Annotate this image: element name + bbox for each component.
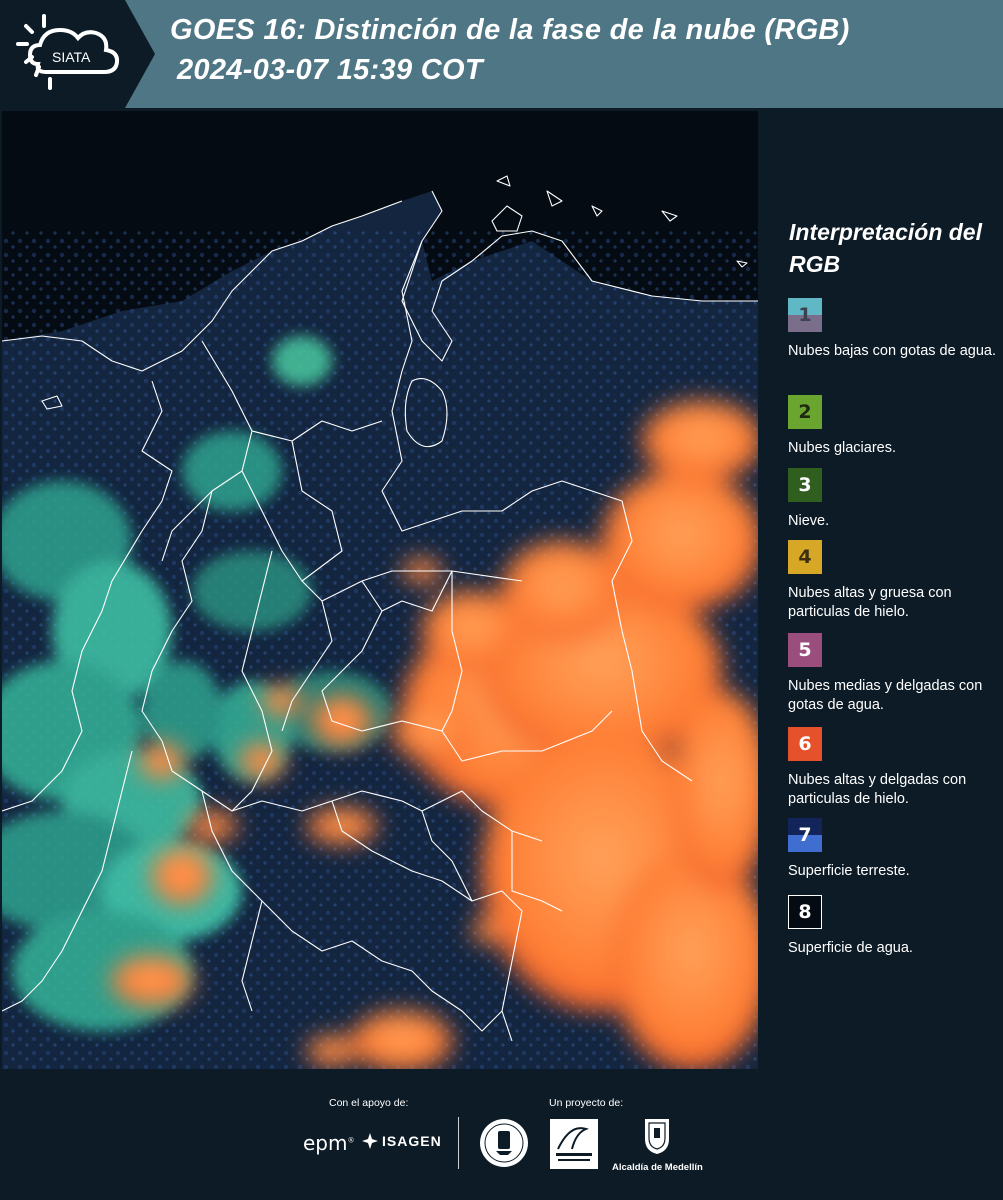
legend-swatch: 2 (788, 395, 822, 429)
isagen-logo[interactable]: ISAGEN (362, 1133, 442, 1149)
legend-number: 5 (798, 639, 812, 661)
satellite-map[interactable] (2, 111, 758, 1069)
legend-number: 6 (798, 733, 812, 755)
legend-number: 8 (798, 901, 812, 923)
epm-logo[interactable]: epm® (303, 1131, 354, 1155)
legend-label: Nubes altas y delgadas con particulas de… (788, 772, 967, 807)
header: SIATA GOES 16: Distinción de la fase de … (0, 0, 1003, 108)
legend-label: Nubes bajas con gotas de agua. (788, 343, 996, 359)
legend-swatch: 3 (788, 468, 822, 502)
legend-swatch: 8 (788, 895, 822, 929)
legend-number: 3 (798, 474, 812, 496)
legend-label: Nieve. (788, 513, 830, 529)
epm-logo-text: epm (303, 1131, 348, 1155)
legend-title: Interpretación del RGB (789, 219, 982, 277)
legend-label: Nubes altas y gruesa con particulas de h… (788, 585, 952, 620)
legend-label: Nubes medias y delgadas con gotas de agu… (788, 678, 983, 713)
timestamp: 2024-03-07 15:39 COT (177, 54, 483, 86)
alcaldia-text: Alcaldía de Medellín (612, 1162, 703, 1173)
university-seal-icon[interactable] (478, 1117, 530, 1169)
legend-swatch: 1 (788, 298, 822, 332)
isagen-logo-text: ISAGEN (382, 1133, 442, 1149)
siata-logo-text: SIATA (52, 49, 91, 65)
legend-swatch: 5 (788, 633, 822, 667)
alcaldia-logo[interactable]: Alcaldía de Medellín (612, 1117, 703, 1173)
medellin-shield-icon (645, 1119, 669, 1154)
footer-divider (458, 1117, 459, 1169)
legend-label: Superficie terreste. (788, 863, 910, 879)
legend-number: 2 (798, 401, 812, 423)
page-title: GOES 16: Distinción de la fase de la nub… (170, 14, 850, 46)
legend-panel: Interpretación del RGB 1 Nubes bajas con… (760, 111, 1003, 1069)
legend-number: 7 (798, 824, 812, 846)
support-label: Con el apoyo de: (329, 1097, 409, 1109)
legend-number: 1 (798, 304, 812, 326)
legend-swatch: 7 (788, 818, 822, 852)
project-label: Un proyecto de: (549, 1097, 624, 1109)
siata-logo[interactable]: SIATA (0, 0, 160, 108)
legend-swatch: 6 (788, 727, 822, 761)
legend-number: 4 (798, 546, 812, 568)
isagen-mark-icon (362, 1133, 378, 1149)
legend-swatch: 4 (788, 540, 822, 574)
footer: Con el apoyo de: Un proyecto de: epm® IS… (0, 1069, 1003, 1200)
legend-label: Superficie de agua. (788, 940, 913, 956)
area-metropolitana-mark-icon (556, 1127, 592, 1161)
legend-label: Nubes glaciares. (788, 440, 896, 456)
area-metropolitana-logo[interactable] (550, 1119, 598, 1169)
